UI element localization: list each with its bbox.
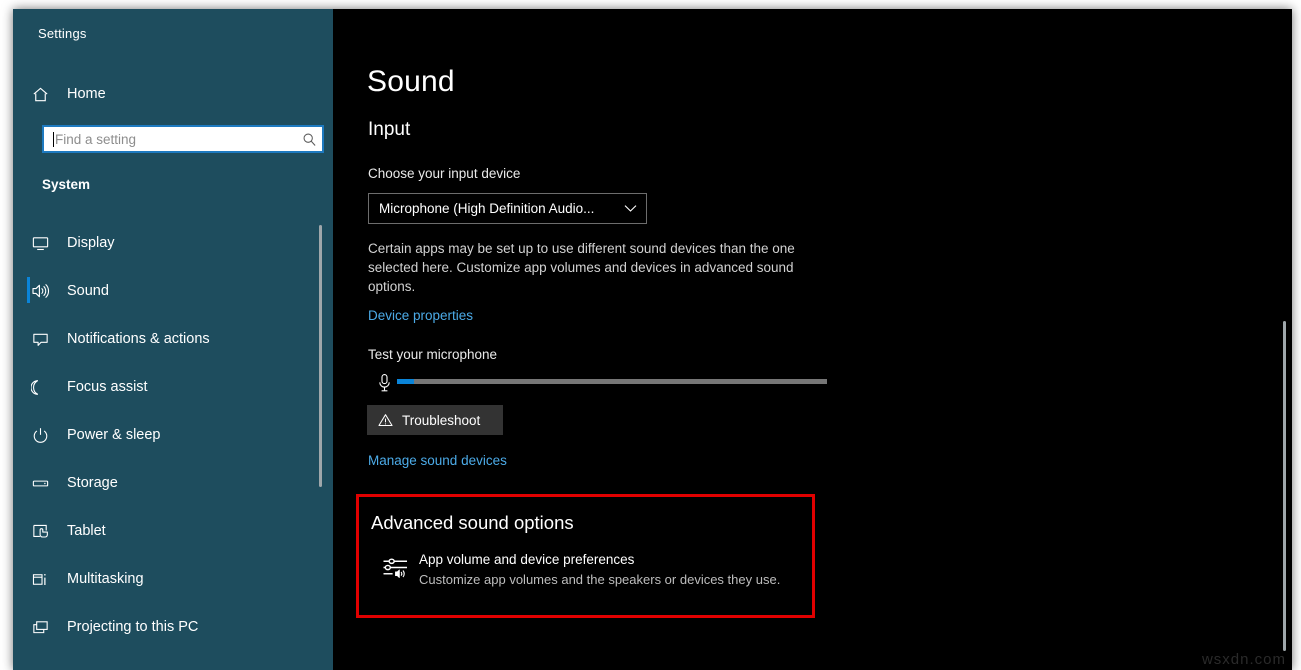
selection-accent-bar bbox=[27, 277, 30, 303]
sidebar-item-label: Notifications & actions bbox=[67, 331, 210, 347]
monitor-icon bbox=[13, 234, 67, 253]
search-icon bbox=[296, 132, 322, 147]
manage-sound-devices-link[interactable]: Manage sound devices bbox=[368, 453, 507, 468]
input-device-dropdown[interactable]: Microphone (High Definition Audio... bbox=[368, 193, 647, 224]
sidebar-item-home[interactable]: Home bbox=[13, 79, 333, 109]
input-description-text: Certain apps may be set up to use differ… bbox=[368, 239, 820, 296]
app-volume-text-block: App volume and device preferences Custom… bbox=[419, 552, 780, 587]
device-properties-link[interactable]: Device properties bbox=[368, 308, 473, 323]
sidebar-item-power-sleep[interactable]: Power & sleep bbox=[13, 411, 333, 459]
notification-icon bbox=[13, 330, 67, 349]
app-volume-title: App volume and device preferences bbox=[419, 552, 780, 567]
sidebar-item-label: Multitasking bbox=[67, 571, 144, 587]
sidebar-group-label: System bbox=[42, 177, 90, 192]
app-volume-and-device-preferences-link[interactable]: App volume and device preferences Custom… bbox=[371, 552, 801, 587]
sidebar-item-label: Power & sleep bbox=[67, 427, 161, 443]
sidebar-item-label: Focus assist bbox=[67, 379, 148, 395]
test-microphone-label: Test your microphone bbox=[368, 347, 497, 362]
sidebar-item-tablet[interactable]: Tablet bbox=[13, 507, 333, 555]
speaker-icon bbox=[13, 281, 67, 301]
app-title: Settings bbox=[38, 26, 87, 41]
home-icon bbox=[13, 85, 67, 104]
chevron-down-icon bbox=[614, 204, 646, 213]
sidebar-item-label: Sound bbox=[67, 283, 109, 299]
search-input[interactable] bbox=[54, 132, 296, 147]
content-scrollbar-thumb[interactable] bbox=[1283, 321, 1286, 651]
moon-icon bbox=[13, 378, 67, 397]
storage-icon bbox=[13, 474, 67, 493]
warning-triangle-icon bbox=[368, 413, 402, 427]
projecting-icon bbox=[13, 618, 67, 637]
sidebar-scrollbar-thumb[interactable] bbox=[319, 225, 322, 487]
sidebar-item-sound[interactable]: Sound bbox=[13, 267, 333, 315]
sidebar-item-storage[interactable]: Storage bbox=[13, 459, 333, 507]
microphone-level-fill bbox=[397, 379, 414, 384]
mixer-icon bbox=[371, 552, 419, 580]
sidebar-item-label: Projecting to this PC bbox=[67, 619, 198, 635]
sidebar-item-label: Tablet bbox=[67, 523, 106, 539]
selection-accent-bar bbox=[27, 421, 30, 447]
settings-window: Settings Home bbox=[13, 9, 1292, 670]
sidebar-item-notifications[interactable]: Notifications & actions bbox=[13, 315, 333, 363]
choose-input-device-label: Choose your input device bbox=[368, 166, 520, 181]
sidebar-item-label: Storage bbox=[67, 475, 118, 491]
selection-accent-bar bbox=[27, 565, 30, 591]
input-device-selected-value: Microphone (High Definition Audio... bbox=[369, 201, 614, 216]
screenshot-root: Settings Home bbox=[0, 0, 1301, 670]
sidebar-item-label: Display bbox=[67, 235, 115, 251]
sidebar-item-display[interactable]: Display bbox=[13, 219, 333, 267]
sidebar-nav-list: Display Sound bbox=[13, 219, 333, 651]
search-box[interactable] bbox=[42, 125, 324, 153]
advanced-sound-options-highlight: Advanced sound options bbox=[356, 494, 815, 618]
troubleshoot-button-label: Troubleshoot bbox=[402, 413, 480, 428]
selection-accent-bar bbox=[27, 469, 30, 495]
advanced-sound-options-heading: Advanced sound options bbox=[371, 512, 574, 534]
selection-accent-bar bbox=[27, 373, 30, 399]
sidebar-item-focus-assist[interactable]: Focus assist bbox=[13, 363, 333, 411]
selection-accent-bar bbox=[27, 613, 30, 639]
troubleshoot-button[interactable]: Troubleshoot bbox=[367, 405, 503, 435]
tablet-icon bbox=[13, 522, 67, 541]
microphone-icon bbox=[374, 371, 394, 395]
sidebar-scrollbar[interactable] bbox=[320, 9, 328, 670]
selection-accent-bar bbox=[27, 325, 30, 351]
sidebar: Settings Home bbox=[13, 9, 333, 670]
sidebar-item-projecting[interactable]: Projecting to this PC bbox=[13, 603, 333, 651]
app-volume-description: Customize app volumes and the speakers o… bbox=[419, 572, 780, 587]
sidebar-item-home-label: Home bbox=[67, 86, 106, 102]
selection-accent-bar bbox=[27, 229, 30, 255]
multitasking-icon bbox=[13, 570, 67, 589]
input-section-heading: Input bbox=[368, 119, 410, 141]
sidebar-item-multitasking[interactable]: Multitasking bbox=[13, 555, 333, 603]
power-icon bbox=[13, 426, 67, 445]
watermark-text: wsxdn.com bbox=[1202, 651, 1286, 668]
page-title: Sound bbox=[367, 65, 455, 99]
microphone-level-meter bbox=[397, 379, 827, 384]
selection-accent-bar bbox=[27, 517, 30, 543]
main-content: Sound Input Choose your input device Mic… bbox=[333, 9, 1292, 670]
